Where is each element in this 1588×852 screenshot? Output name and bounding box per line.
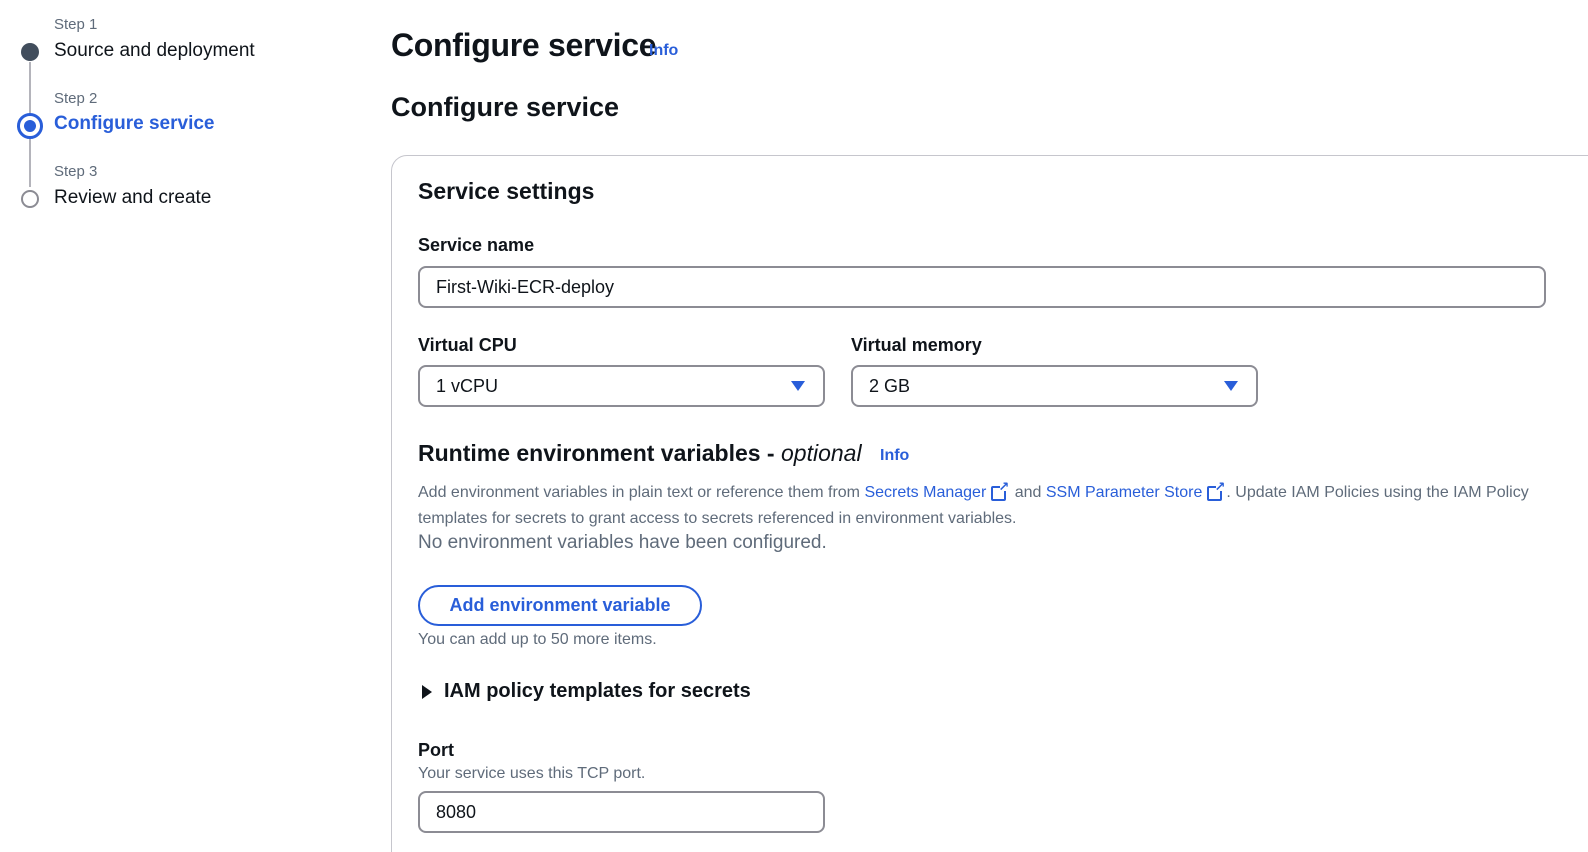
step-3-number: Step 3 — [54, 163, 98, 180]
env-constraint-text: You can add up to 50 more items. — [418, 631, 657, 648]
caret-right-icon — [422, 684, 432, 699]
port-description: Your service uses this TCP port. — [418, 765, 646, 782]
add-environment-variable-button[interactable]: Add environment variable — [418, 585, 702, 626]
service-name-input[interactable] — [418, 266, 1546, 308]
step-connector — [29, 137, 31, 187]
step-1-number: Step 1 — [54, 16, 98, 33]
caret-down-icon — [791, 381, 805, 391]
description-prefix: Add environment variables in plain text … — [418, 484, 865, 501]
iam-policy-expander-label: IAM policy templates for secrets — [444, 680, 751, 702]
step-complete-icon — [21, 43, 39, 61]
runtime-env-title-text: Runtime environment variables - — [418, 440, 781, 466]
virtual-memory-value: 2 GB — [869, 375, 911, 396]
description-and: and — [1010, 484, 1046, 501]
caret-down-icon — [1224, 381, 1238, 391]
page-info-link[interactable]: Info — [649, 42, 678, 60]
service-name-label: Service name — [418, 235, 535, 255]
runtime-env-info-link[interactable]: Info — [880, 447, 909, 465]
port-label: Port — [418, 740, 454, 760]
wizard-steps: Step 1 Source and deployment Step 2 Conf… — [0, 0, 360, 240]
step-3-label: Review and create — [54, 187, 212, 208]
virtual-cpu-select[interactable]: 1 vCPU — [418, 365, 825, 407]
step-1-link[interactable]: Source and deployment — [54, 40, 255, 62]
secrets-manager-link[interactable]: Secrets Manager — [864, 484, 986, 501]
ssm-parameter-store-link[interactable]: SSM Parameter Store — [1046, 484, 1203, 501]
virtual-memory-label: Virtual memory — [851, 335, 982, 355]
runtime-env-title: Runtime environment variables - optional — [418, 440, 862, 467]
configure-service-page: Step 1 Source and deployment Step 2 Conf… — [0, 0, 1588, 852]
runtime-env-description: Add environment variables in plain text … — [418, 480, 1588, 532]
step-2-number: Step 2 — [54, 90, 98, 107]
external-link-icon — [991, 480, 1009, 501]
section-title: Configure service — [391, 92, 620, 122]
external-link-icon — [1207, 480, 1225, 501]
virtual-cpu-value: 1 vCPU — [436, 375, 499, 396]
virtual-cpu-label: Virtual CPU — [418, 335, 517, 355]
port-input[interactable] — [418, 791, 825, 833]
step-active-icon — [17, 113, 43, 139]
optional-label: optional — [780, 440, 862, 466]
virtual-memory-select[interactable]: 2 GB — [851, 365, 1258, 407]
iam-policy-expander[interactable]: IAM policy templates for secrets — [418, 680, 751, 703]
service-settings-title: Service settings — [418, 178, 595, 204]
env-empty-message: No environment variables have been confi… — [418, 532, 827, 553]
page-title: Configure service — [391, 27, 657, 63]
step-connector — [29, 62, 31, 114]
step-2-current: Configure service — [54, 113, 215, 134]
step-pending-icon — [21, 190, 39, 208]
